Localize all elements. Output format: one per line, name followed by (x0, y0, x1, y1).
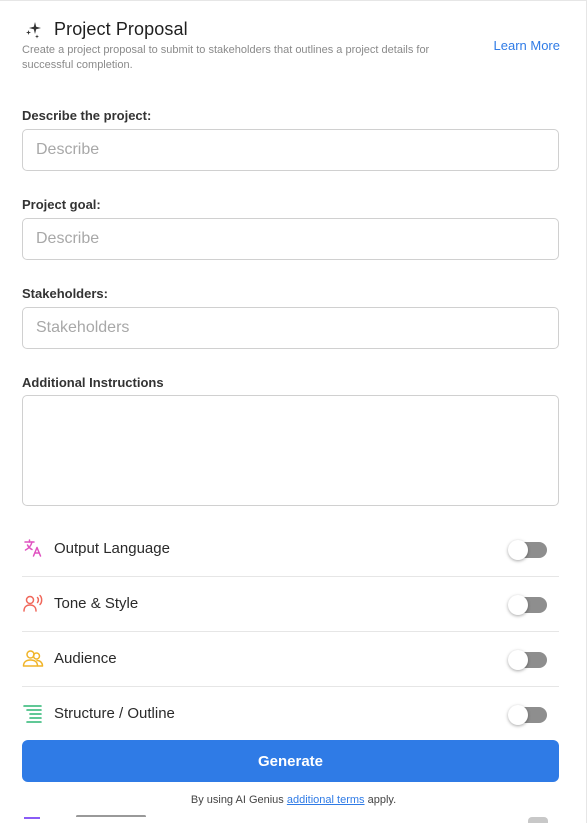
terms-suffix: apply. (367, 794, 397, 806)
option-label: Output Language (54, 540, 170, 557)
partial-toggle (528, 817, 548, 823)
option-label: Tone & Style (54, 595, 139, 612)
option-tone-style[interactable]: Tone & Style (22, 577, 559, 632)
structure-outline-toggle[interactable] (508, 705, 547, 725)
additional-instructions-label: Additional Instructions (22, 375, 164, 390)
project-goal-input[interactable] (22, 218, 559, 260)
next-option-row-partial (22, 815, 559, 823)
user-voice-icon (23, 594, 43, 612)
translate-icon (24, 539, 42, 557)
terms-notice: By using AI Genius additional terms appl… (0, 794, 587, 806)
sparkles-icon (26, 22, 41, 39)
describe-project-input[interactable] (22, 129, 559, 171)
option-output-language[interactable]: Output Language (22, 522, 559, 577)
outline-list-icon (23, 705, 42, 723)
terms-prefix: By using AI Genius (190, 794, 284, 806)
stakeholders-label: Stakeholders: (22, 286, 108, 301)
option-audience[interactable]: Audience (22, 632, 559, 687)
option-structure-outline[interactable]: Structure / Outline (22, 687, 559, 742)
toggle-knob (508, 540, 528, 560)
option-label: Audience (54, 650, 117, 667)
learn-more-link[interactable]: Learn More (494, 38, 560, 53)
partial-label (76, 815, 146, 818)
toggle-knob (508, 650, 528, 670)
toggle-knob (508, 705, 528, 725)
output-language-toggle[interactable] (508, 540, 547, 560)
option-label: Structure / Outline (54, 705, 175, 722)
additional-terms-link[interactable]: additional terms (287, 794, 365, 806)
stakeholders-input[interactable] (22, 307, 559, 349)
partial-icon (24, 817, 40, 820)
users-icon (22, 650, 44, 667)
project-goal-label: Project goal: (22, 197, 101, 212)
page-subtitle: Create a project proposal to submit to s… (22, 44, 430, 71)
describe-project-label: Describe the project: (22, 108, 152, 123)
toggle-knob (508, 595, 528, 615)
tone-style-toggle[interactable] (508, 595, 547, 615)
audience-toggle[interactable] (508, 650, 547, 670)
page-title: Project Proposal (54, 19, 188, 39)
additional-instructions-textarea[interactable] (22, 395, 559, 506)
generate-button[interactable]: Generate (22, 740, 559, 782)
